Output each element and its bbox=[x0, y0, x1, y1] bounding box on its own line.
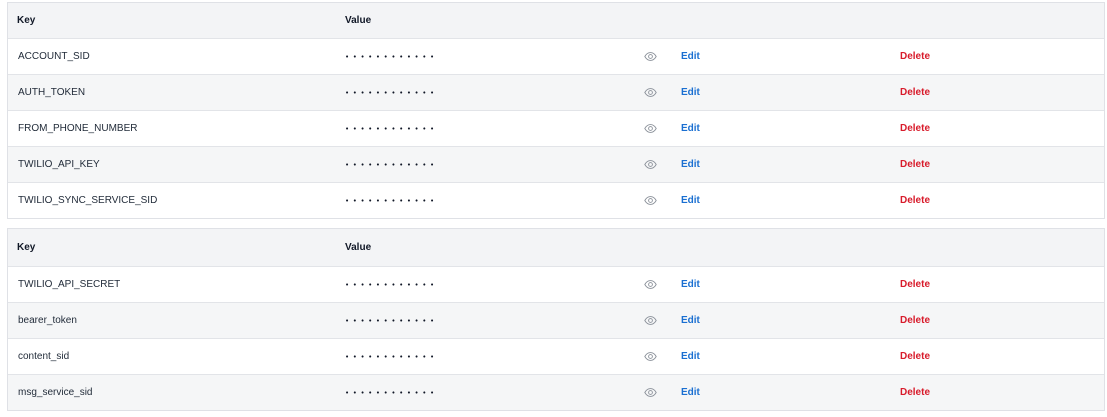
reveal-value-button[interactable] bbox=[642, 183, 658, 218]
variable-key: FROM_PHONE_NUMBER bbox=[18, 123, 138, 134]
masked-value: •••••••••••• bbox=[345, 280, 438, 289]
reveal-value-button[interactable] bbox=[642, 375, 658, 410]
key-column-header: Key bbox=[17, 15, 36, 26]
table-header: Key Value bbox=[8, 3, 1104, 38]
delete-button[interactable]: Delete bbox=[900, 111, 930, 146]
edit-button[interactable]: Edit bbox=[681, 303, 700, 338]
table-row: ACCOUNT_SID •••••••••••• Edit Delete bbox=[8, 38, 1104, 74]
masked-value: •••••••••••• bbox=[345, 316, 438, 325]
masked-value: •••••••••••• bbox=[345, 52, 438, 61]
reveal-value-button[interactable] bbox=[642, 39, 658, 74]
reveal-value-button[interactable] bbox=[642, 111, 658, 146]
table-row: content_sid •••••••••••• Edit Delete bbox=[8, 338, 1104, 374]
delete-button[interactable]: Delete bbox=[900, 183, 930, 218]
env-vars-table-1: Key Value ACCOUNT_SID •••••••••••• Edit … bbox=[7, 2, 1105, 219]
reveal-value-button[interactable] bbox=[642, 339, 658, 374]
eye-icon[interactable] bbox=[642, 387, 658, 399]
edit-button[interactable]: Edit bbox=[681, 339, 700, 374]
table-row: TWILIO_SYNC_SERVICE_SID •••••••••••• Edi… bbox=[8, 182, 1104, 218]
variable-key: msg_service_sid bbox=[18, 387, 93, 398]
masked-value: •••••••••••• bbox=[345, 124, 438, 133]
edit-button[interactable]: Edit bbox=[681, 39, 700, 74]
edit-button[interactable]: Edit bbox=[681, 183, 700, 218]
variable-key: content_sid bbox=[18, 351, 70, 362]
eye-icon[interactable] bbox=[642, 159, 658, 171]
eye-icon[interactable] bbox=[642, 279, 658, 291]
table-row: TWILIO_API_KEY •••••••••••• Edit Delete bbox=[8, 146, 1104, 182]
masked-value: •••••••••••• bbox=[345, 352, 438, 361]
delete-button[interactable]: Delete bbox=[900, 39, 930, 74]
edit-button[interactable]: Edit bbox=[681, 375, 700, 410]
table-row: AUTH_TOKEN •••••••••••• Edit Delete bbox=[8, 74, 1104, 110]
edit-button[interactable]: Edit bbox=[681, 147, 700, 182]
delete-button[interactable]: Delete bbox=[900, 339, 930, 374]
variable-key: bearer_token bbox=[18, 315, 77, 326]
eye-icon[interactable] bbox=[642, 51, 658, 63]
eye-icon[interactable] bbox=[642, 87, 658, 99]
delete-button[interactable]: Delete bbox=[900, 303, 930, 338]
env-vars-table-2: Key Value TWILIO_API_SECRET ••••••••••••… bbox=[7, 228, 1105, 411]
reveal-value-button[interactable] bbox=[642, 75, 658, 110]
masked-value: •••••••••••• bbox=[345, 388, 438, 397]
reveal-value-button[interactable] bbox=[642, 267, 658, 302]
edit-button[interactable]: Edit bbox=[681, 111, 700, 146]
value-column-header: Value bbox=[345, 242, 372, 253]
table-row: bearer_token •••••••••••• Edit Delete bbox=[8, 302, 1104, 338]
eye-icon[interactable] bbox=[642, 315, 658, 327]
reveal-value-button[interactable] bbox=[642, 147, 658, 182]
table-header: Key Value bbox=[8, 229, 1104, 266]
masked-value: •••••••••••• bbox=[345, 160, 438, 169]
table-row: msg_service_sid •••••••••••• Edit Delete bbox=[8, 374, 1104, 410]
masked-value: •••••••••••• bbox=[345, 196, 438, 205]
variable-key: TWILIO_API_SECRET bbox=[18, 279, 121, 290]
variable-key: TWILIO_SYNC_SERVICE_SID bbox=[18, 195, 158, 206]
variable-key: ACCOUNT_SID bbox=[18, 51, 90, 62]
eye-icon[interactable] bbox=[642, 195, 658, 207]
reveal-value-button[interactable] bbox=[642, 303, 658, 338]
variable-key: TWILIO_API_KEY bbox=[18, 159, 100, 170]
masked-value: •••••••••••• bbox=[345, 88, 438, 97]
variable-key: AUTH_TOKEN bbox=[18, 87, 86, 98]
table-row: TWILIO_API_SECRET •••••••••••• Edit Dele… bbox=[8, 266, 1104, 302]
key-column-header: Key bbox=[17, 242, 36, 253]
delete-button[interactable]: Delete bbox=[900, 375, 930, 410]
eye-icon[interactable] bbox=[642, 351, 658, 363]
delete-button[interactable]: Delete bbox=[900, 75, 930, 110]
eye-icon[interactable] bbox=[642, 123, 658, 135]
edit-button[interactable]: Edit bbox=[681, 75, 700, 110]
value-column-header: Value bbox=[345, 15, 372, 26]
table-row: FROM_PHONE_NUMBER •••••••••••• Edit Dele… bbox=[8, 110, 1104, 146]
delete-button[interactable]: Delete bbox=[900, 147, 930, 182]
delete-button[interactable]: Delete bbox=[900, 267, 930, 302]
edit-button[interactable]: Edit bbox=[681, 267, 700, 302]
